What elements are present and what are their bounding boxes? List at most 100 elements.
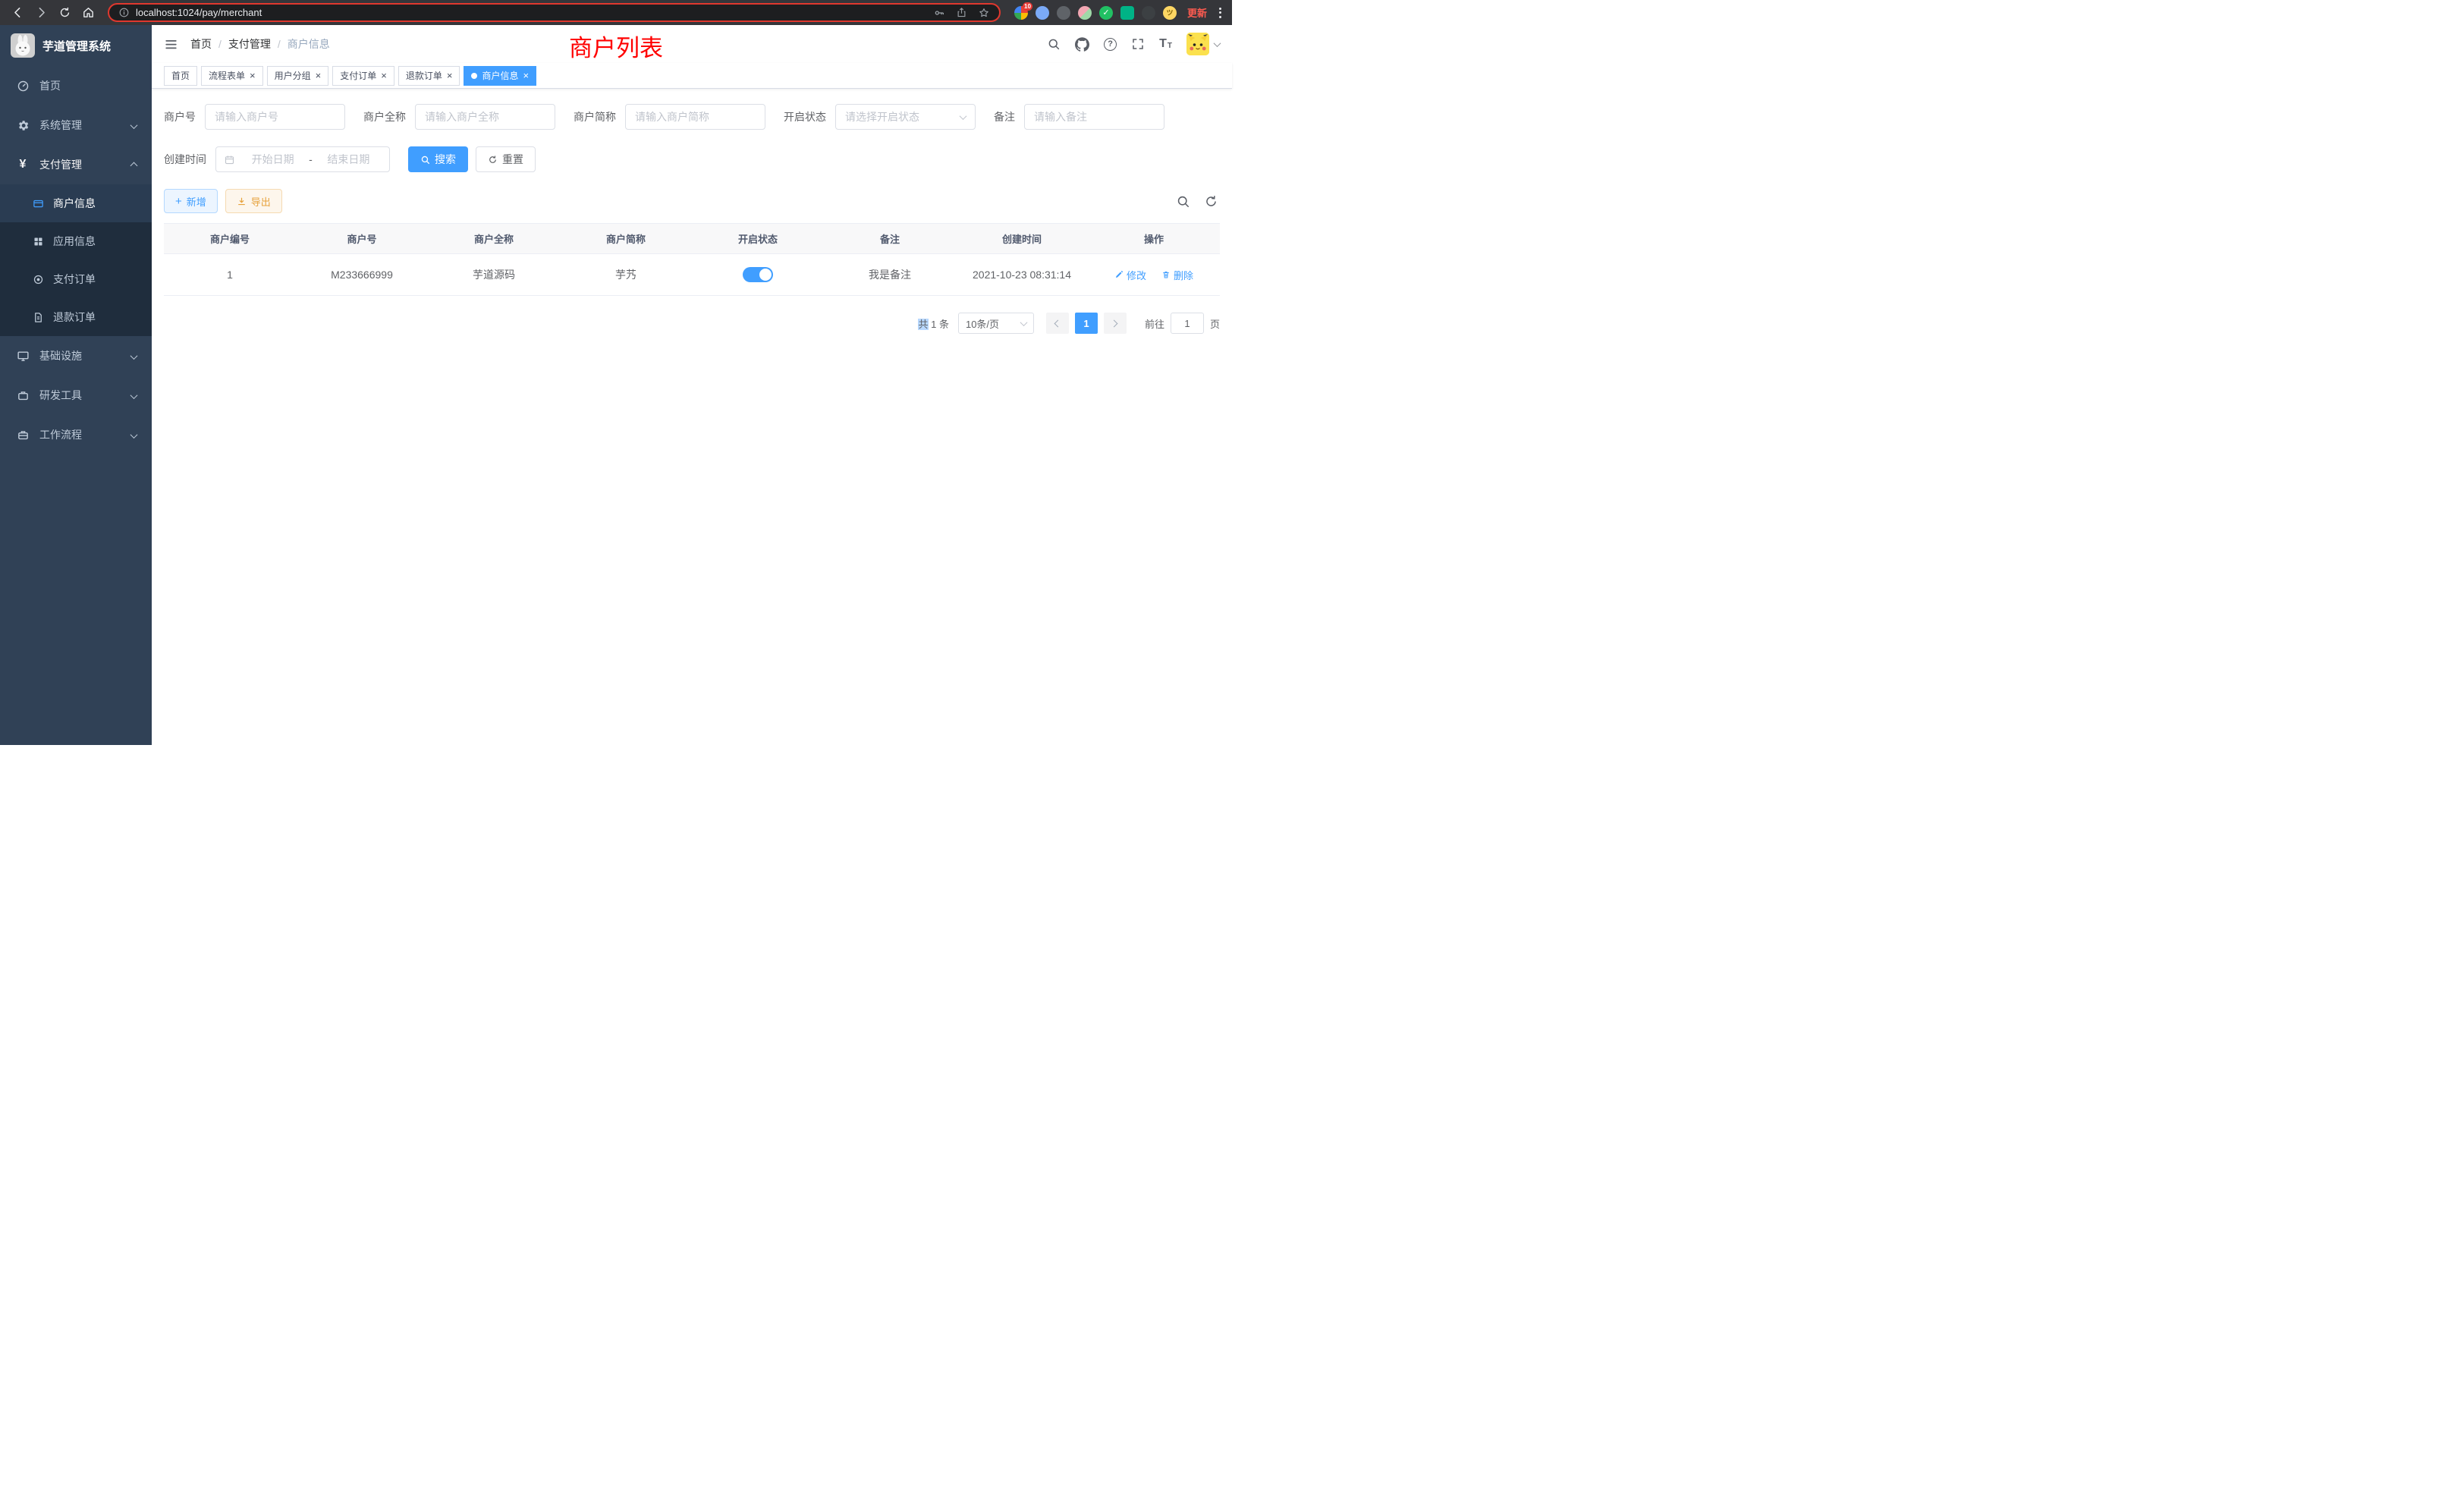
plus-icon: + [175, 196, 182, 207]
back-button[interactable] [8, 2, 28, 23]
table-header-row: 商户编号 商户号 商户全称 商户简称 开启状态 备注 创建时间 操作 [164, 224, 1220, 254]
total-count: 共 1 条 [918, 316, 948, 331]
sidebar-item-infrastructure[interactable]: 基础设施 [0, 336, 152, 376]
bookmark-star-icon[interactable] [978, 7, 990, 19]
remark-input[interactable] [1024, 104, 1164, 130]
user-avatar-menu[interactable] [1186, 33, 1220, 55]
sidebar: 芋道管理系统 首页 系统管理 ¥ 支付管理 商户信息 [0, 25, 152, 745]
target-icon [30, 274, 46, 285]
active-dot [471, 73, 477, 79]
chevron-down-icon [131, 119, 137, 131]
home-button[interactable] [78, 2, 99, 23]
cell-merchant-id: 1 [164, 254, 296, 296]
col-header: 商户全称 [428, 224, 560, 254]
merchant-table: 商户编号 商户号 商户全称 商户简称 开启状态 备注 创建时间 操作 1 M23… [164, 223, 1220, 296]
address-bar[interactable]: localhost:1024/pay/merchant [108, 3, 1001, 22]
close-icon[interactable]: × [316, 71, 322, 80]
refresh-table-icon[interactable] [1202, 193, 1220, 210]
extension-avatar-icon[interactable] [1078, 6, 1092, 20]
main-area: 首页 / 支付管理 / 商户信息 ? TT [152, 25, 1232, 745]
sidebar-item-merchant-info[interactable]: 商户信息 [0, 184, 152, 222]
goto-page-input[interactable] [1171, 313, 1204, 334]
search-button[interactable]: 搜索 [408, 146, 468, 172]
close-icon[interactable]: × [250, 71, 256, 80]
sidebar-item-label: 支付订单 [53, 272, 96, 287]
extension-globe-icon[interactable] [1057, 6, 1070, 20]
close-icon[interactable]: × [447, 71, 453, 80]
edit-link[interactable]: 修改 [1114, 268, 1146, 282]
sidebar-item-pay-order[interactable]: 支付订单 [0, 260, 152, 298]
browser-menu-icon[interactable] [1216, 5, 1224, 21]
sidebar-item-label: 研发工具 [39, 388, 82, 403]
reset-button[interactable]: 重置 [476, 146, 536, 172]
share-icon[interactable] [956, 7, 967, 18]
sidebar-item-dev-tools[interactable]: 研发工具 [0, 376, 152, 415]
toggle-search-icon[interactable] [1174, 193, 1192, 210]
browser-update-button[interactable]: 更新 [1187, 5, 1207, 20]
dashboard-icon [15, 80, 30, 93]
sidebar-logo[interactable]: 芋道管理系统 [0, 25, 152, 66]
next-page-button[interactable] [1104, 313, 1127, 334]
status-toggle[interactable] [743, 267, 773, 282]
reload-button[interactable] [55, 2, 75, 23]
chevron-down-icon [1215, 37, 1220, 51]
extension-check-icon[interactable]: ✓ [1099, 6, 1113, 20]
extension-pin-icon[interactable] [1142, 6, 1155, 20]
search-icon[interactable] [1047, 37, 1061, 51]
document-icon [30, 312, 46, 323]
short-name-input[interactable] [625, 104, 765, 130]
forward-button[interactable] [31, 2, 52, 23]
sidebar-item-app-info[interactable]: 应用信息 [0, 222, 152, 260]
cell-remark: 我是备注 [824, 254, 956, 296]
close-icon[interactable]: × [381, 71, 387, 80]
font-size-icon[interactable]: TT [1159, 38, 1172, 50]
calendar-icon [224, 154, 235, 165]
sidebar-item-workflow[interactable]: 工作流程 [0, 415, 152, 454]
page-size-select[interactable]: 10条/页 [958, 313, 1034, 334]
github-icon[interactable] [1075, 37, 1089, 52]
extension-note-icon[interactable] [1120, 6, 1134, 20]
col-header: 操作 [1088, 224, 1220, 254]
fullscreen-icon[interactable] [1131, 37, 1145, 51]
browser-toolbar: localhost:1024/pay/merchant 10 ✓ ツ 更新 [0, 0, 1232, 25]
sidebar-item-label: 首页 [39, 78, 61, 93]
tab-merchant-info[interactable]: 商户信息 × [464, 66, 536, 86]
password-key-icon[interactable] [933, 7, 945, 19]
tab-refund-order[interactable]: 退款订单 × [398, 66, 460, 86]
end-date-placeholder: 结束日期 [316, 152, 382, 167]
col-header: 备注 [824, 224, 956, 254]
page-1-button[interactable]: 1 [1075, 313, 1098, 334]
export-button[interactable]: 导出 [225, 189, 282, 213]
sidebar-item-label: 基础设施 [39, 348, 82, 363]
breadcrumb-home[interactable]: 首页 [190, 36, 212, 52]
tab-pay-order[interactable]: 支付订单 × [332, 66, 394, 86]
logo-rabbit-avatar [11, 33, 35, 58]
sidebar-item-system[interactable]: 系统管理 [0, 105, 152, 145]
merchant-no-input[interactable] [205, 104, 345, 130]
close-icon[interactable]: × [523, 71, 529, 80]
tab-user-group[interactable]: 用户分组 × [267, 66, 329, 86]
delete-link[interactable]: 删除 [1161, 268, 1193, 282]
extension-colorwheel-icon[interactable]: 10 [1014, 6, 1028, 20]
field-label: 商户全称 [363, 109, 406, 124]
breadcrumb-section[interactable]: 支付管理 [228, 36, 271, 52]
sidebar-item-home[interactable]: 首页 [0, 66, 152, 105]
sidebar-item-label: 工作流程 [39, 427, 82, 442]
help-icon[interactable]: ? [1104, 38, 1117, 51]
tab-home[interactable]: 首页 [164, 66, 197, 86]
sidebar-item-refund-order[interactable]: 退款订单 [0, 298, 152, 336]
extension-smiley-icon[interactable]: ツ [1163, 6, 1177, 20]
site-info-icon[interactable] [118, 7, 130, 18]
full-name-input[interactable] [415, 104, 555, 130]
tab-process-form[interactable]: 流程表单 × [201, 66, 263, 86]
prev-page-button[interactable] [1046, 313, 1069, 334]
sidebar-item-payment[interactable]: ¥ 支付管理 [0, 145, 152, 184]
status-select[interactable]: 请选择开启状态 [835, 104, 976, 130]
collapse-sidebar-icon[interactable] [164, 37, 178, 52]
create-time-range-picker[interactable]: 开始日期 - 结束日期 [215, 146, 390, 172]
extension-badge: 10 [1023, 2, 1032, 11]
filter-merchant-no: 商户号 [164, 104, 345, 130]
add-button[interactable]: + 新增 [164, 189, 218, 213]
breadcrumb-separator: / [278, 38, 281, 50]
extension-drop-icon[interactable] [1036, 6, 1049, 20]
